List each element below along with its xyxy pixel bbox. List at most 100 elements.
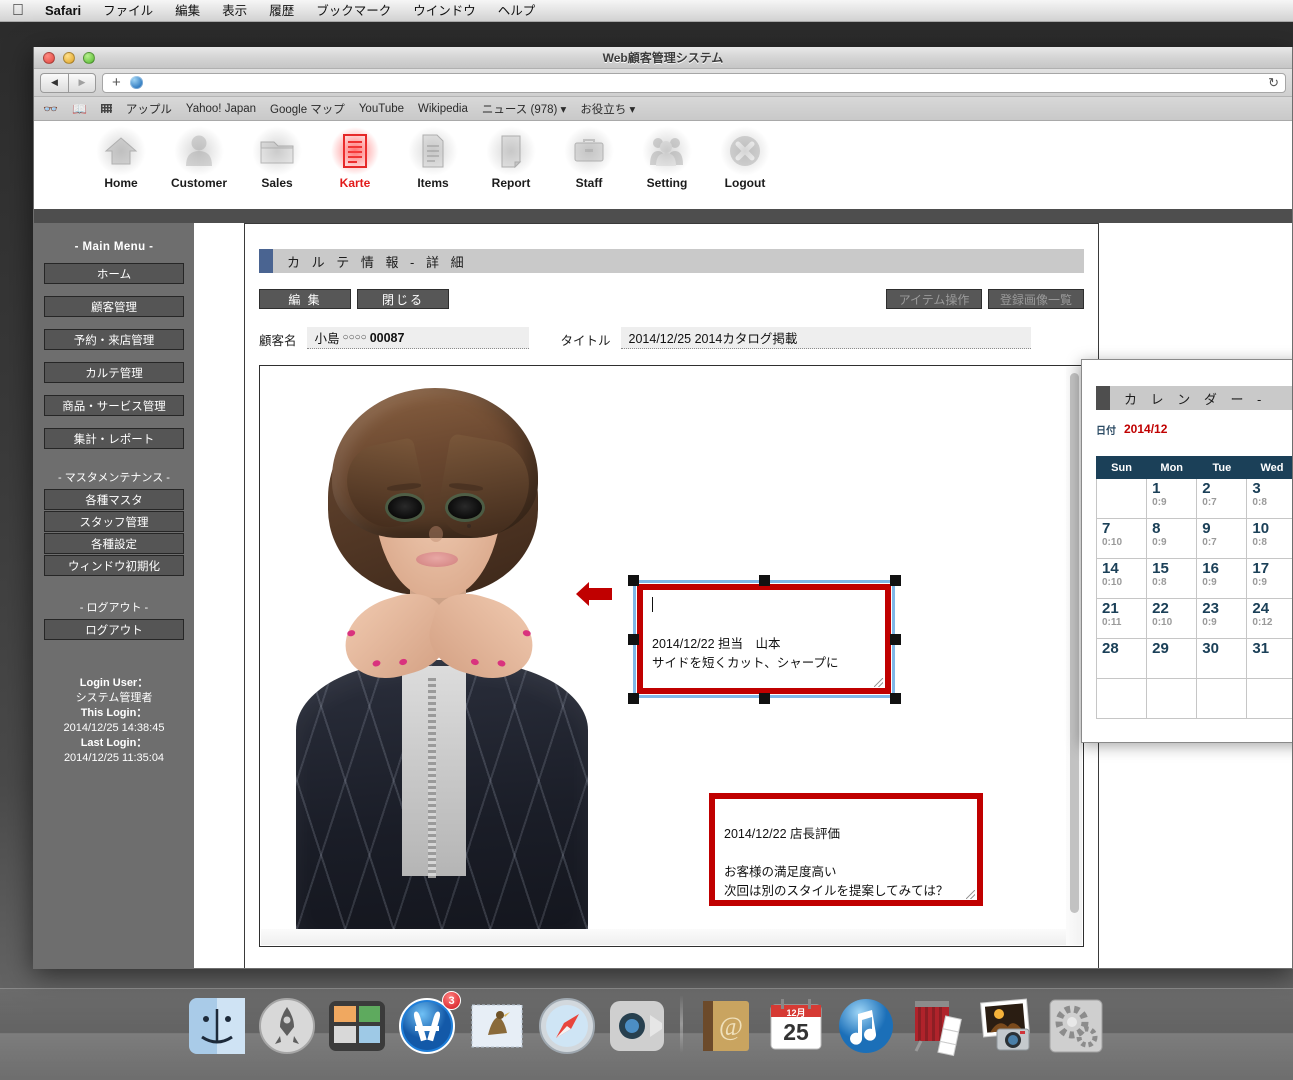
window-title-bar[interactable]: Web顧客管理システム [34, 47, 1292, 69]
photo-booth-icon[interactable] [905, 995, 967, 1057]
zoom-window-button[interactable] [83, 51, 95, 64]
calendar-day-cell[interactable]: 17 0:9 [1246, 558, 1292, 599]
reader-glasses-icon[interactable]: 👓 [43, 102, 58, 116]
canvas-horizontal-scrollbar[interactable] [261, 929, 1066, 945]
calendar-day-cell[interactable]: 24 0:12 [1246, 598, 1292, 639]
karte-image-canvas[interactable]: 2014/12/22 担当 山本 サイドを短くカット、シャープに 2014 カタ… [259, 365, 1084, 947]
toolbar-item-items[interactable]: Items [394, 126, 472, 190]
calendar-day-cell[interactable] [1095, 678, 1148, 719]
window-controls[interactable] [43, 51, 95, 64]
calendar-day-cell[interactable]: 15 0:8 [1146, 558, 1198, 599]
registered-images-button[interactable]: 登録画像一覧 [988, 289, 1084, 309]
calendar-day-cell[interactable]: 8 0:9 [1146, 518, 1198, 559]
memo2-resize-handle[interactable] [966, 890, 975, 899]
toolbar-item-setting[interactable]: Setting [628, 126, 706, 190]
selection-handle-ne[interactable] [890, 575, 901, 586]
sidebar-logout-button[interactable]: ログアウト [44, 619, 184, 640]
menu-item-view[interactable]: 表示 [211, 0, 258, 22]
calendar-day-cell[interactable]: 29 [1146, 638, 1198, 679]
finder-icon[interactable] [186, 995, 248, 1057]
sidebar-item-products[interactable]: 商品・サービス管理 [44, 395, 184, 416]
calendar-day-cell[interactable]: 22 0:10 [1146, 598, 1198, 639]
toolbar-item-logout[interactable]: Logout [706, 126, 784, 190]
address-bar[interactable]: + ↻ [102, 72, 1286, 93]
forward-button[interactable]: ▶ [68, 72, 96, 93]
canvas-vertical-scrollbar[interactable] [1066, 367, 1082, 945]
nav-buttons[interactable]: ◀ ▶ [40, 72, 96, 93]
mission-control-icon[interactable] [326, 995, 388, 1057]
minimize-window-button[interactable] [63, 51, 75, 64]
toolbar-item-report[interactable]: Report [472, 126, 550, 190]
bookmark-wikipedia[interactable]: Wikipedia [418, 103, 468, 115]
calendar-day-cell[interactable]: 31 [1246, 638, 1292, 679]
calendar-day-cell[interactable] [1196, 678, 1248, 719]
menu-item-window[interactable]: ウインドウ [402, 0, 487, 22]
canvas-scroll-thumb[interactable] [1070, 373, 1079, 913]
sidebar-item-window-reset[interactable]: ウィンドウ初期化 [44, 555, 184, 576]
menu-item-edit[interactable]: 編集 [164, 0, 211, 22]
memo-note-treatment[interactable]: 2014/12/22 担当 山本 サイドを短くカット、シャープに 2014 カタ… [637, 584, 891, 694]
calendar-day-cell[interactable]: 14 0:10 [1095, 558, 1148, 599]
menu-item-safari[interactable]: Safari [34, 0, 92, 22]
calendar-day-cell[interactable]: 28 [1095, 638, 1148, 679]
selection-handle-se[interactable] [890, 693, 901, 704]
calendar-day-cell[interactable]: 1 0:9 [1146, 478, 1198, 519]
calendar-day-cell[interactable]: 2 0:7 [1196, 478, 1248, 519]
selection-handle-sw[interactable] [628, 693, 639, 704]
bookmark-news[interactable]: ニュース (978) ▾ [482, 101, 566, 117]
toolbar-item-customer[interactable]: Customer [160, 126, 238, 190]
bookmark-google-maps[interactable]: Google マップ [270, 101, 345, 117]
selection-handle-s[interactable] [759, 693, 770, 704]
sidebar-item-settings[interactable]: 各種設定 [44, 533, 184, 554]
sidebar-item-reports[interactable]: 集計・レポート [44, 428, 184, 449]
selection-handle-w[interactable] [628, 634, 639, 645]
top-sites-grid-icon[interactable] [100, 104, 112, 113]
back-button[interactable]: ◀ [40, 72, 68, 93]
iphoto-icon[interactable] [975, 995, 1037, 1057]
itunes-icon[interactable] [835, 995, 897, 1057]
sidebar-item-reservation[interactable]: 予約・来店管理 [44, 329, 184, 350]
launchpad-icon[interactable] [256, 995, 318, 1057]
menu-item-file[interactable]: ファイル [92, 0, 164, 22]
calendar-icon[interactable]: 12月 25 [765, 995, 827, 1057]
selection-handle-nw[interactable] [628, 575, 639, 586]
sidebar-item-staff[interactable]: スタッフ管理 [44, 511, 184, 532]
close-window-button[interactable] [43, 51, 55, 64]
facetime-icon[interactable] [606, 995, 668, 1057]
reload-icon[interactable]: ↻ [1268, 75, 1279, 91]
menu-item-history[interactable]: 履歴 [258, 0, 305, 22]
app-store-icon[interactable]: 3 [396, 991, 461, 1057]
bookmark-yahoo-japan[interactable]: Yahoo! Japan [186, 103, 256, 115]
calendar-day-cell[interactable]: 3 0:8 [1246, 478, 1292, 519]
edit-button[interactable]: 編 集 [259, 289, 351, 309]
menu-item-bookmarks[interactable]: ブックマーク [305, 0, 402, 22]
close-button[interactable]: 閉じる [357, 289, 449, 309]
new-tab-icon[interactable]: + [109, 75, 124, 90]
safari-icon[interactable] [536, 995, 598, 1057]
memo-note-manager-review[interactable]: 2014/12/22 店長評価 お客様の満足度高い 次回は別のスタイルを提案して… [709, 793, 983, 906]
toolbar-item-staff[interactable]: Staff [550, 126, 628, 190]
sidebar-item-master[interactable]: 各種マスタ [44, 489, 184, 510]
item-operations-button[interactable]: アイテム操作 [886, 289, 982, 309]
menu-item-help[interactable]: ヘルプ [487, 0, 547, 22]
toolbar-item-karte[interactable]: Karte [316, 126, 394, 190]
sidebar-item-karte[interactable]: カルテ管理 [44, 362, 184, 383]
sidebar-item-customer[interactable]: 顧客管理 [44, 296, 184, 317]
selection-handle-e[interactable] [890, 634, 901, 645]
calendar-day-cell[interactable] [1095, 478, 1148, 519]
selection-handle-n[interactable] [759, 575, 770, 586]
bookmark-youtube[interactable]: YouTube [359, 103, 404, 115]
contacts-icon[interactable]: @ [695, 995, 757, 1057]
apple-menu-icon[interactable]:  [12, 2, 24, 19]
toolbar-item-home[interactable]: Home [82, 126, 160, 190]
calendar-day-cell[interactable] [1146, 678, 1198, 719]
calendar-day-cell[interactable]: 21 0:11 [1095, 598, 1148, 639]
sidebar-item-home[interactable]: ホーム [44, 263, 184, 284]
calendar-day-cell[interactable]: 16 0:9 [1196, 558, 1248, 599]
calendar-day-cell[interactable]: 30 [1196, 638, 1248, 679]
calendar-day-cell[interactable]: 9 0:7 [1196, 518, 1248, 559]
calendar-day-cell[interactable] [1246, 678, 1292, 719]
calendar-day-cell[interactable]: 23 0:9 [1196, 598, 1248, 639]
system-preferences-icon[interactable] [1045, 995, 1107, 1057]
bookmark-apple[interactable]: アップル [126, 101, 172, 117]
